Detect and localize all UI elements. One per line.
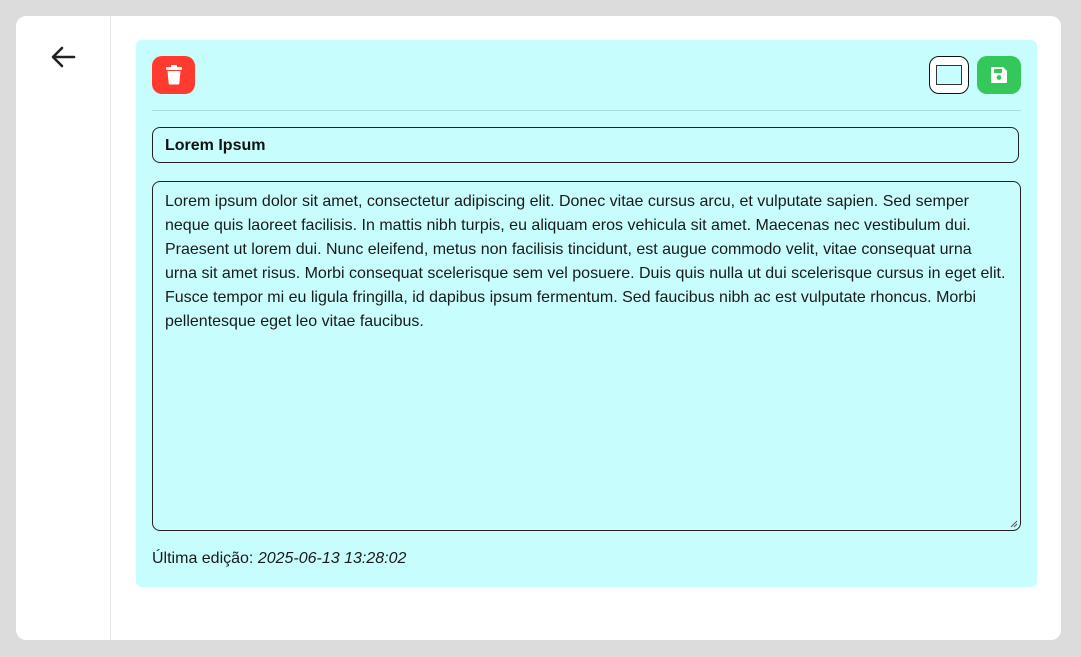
delete-button[interactable] xyxy=(152,56,195,94)
last-edited-timestamp: 2025-06-13 13:28:02 xyxy=(257,550,407,567)
last-edited-label: Última edição: xyxy=(152,550,254,567)
note-toolbar xyxy=(152,56,1021,94)
note-editor-panel: Lorem Ipsum Lorem ipsum dolor sit amet, … xyxy=(136,40,1037,587)
app-card: Lorem Ipsum Lorem ipsum dolor sit amet, … xyxy=(16,16,1061,640)
arrow-left-icon xyxy=(51,46,76,68)
color-picker-button[interactable] xyxy=(929,56,969,94)
color-swatch xyxy=(936,65,962,85)
note-title-input[interactable]: Lorem Ipsum xyxy=(152,127,1019,163)
back-button[interactable] xyxy=(46,42,80,72)
toolbar-divider xyxy=(152,110,1021,111)
note-body-text: Lorem ipsum dolor sit amet, consectetur … xyxy=(165,193,1006,330)
floppy-disk-icon xyxy=(991,67,1007,83)
trash-icon xyxy=(165,65,182,85)
save-button[interactable] xyxy=(977,56,1021,94)
sidebar xyxy=(16,16,111,640)
resize-handle-icon[interactable] xyxy=(1010,520,1018,528)
note-body-textarea[interactable]: Lorem ipsum dolor sit amet, consectetur … xyxy=(152,181,1021,531)
last-edited-info: Última edição: 2025-06-13 13:28:02 xyxy=(152,550,406,568)
